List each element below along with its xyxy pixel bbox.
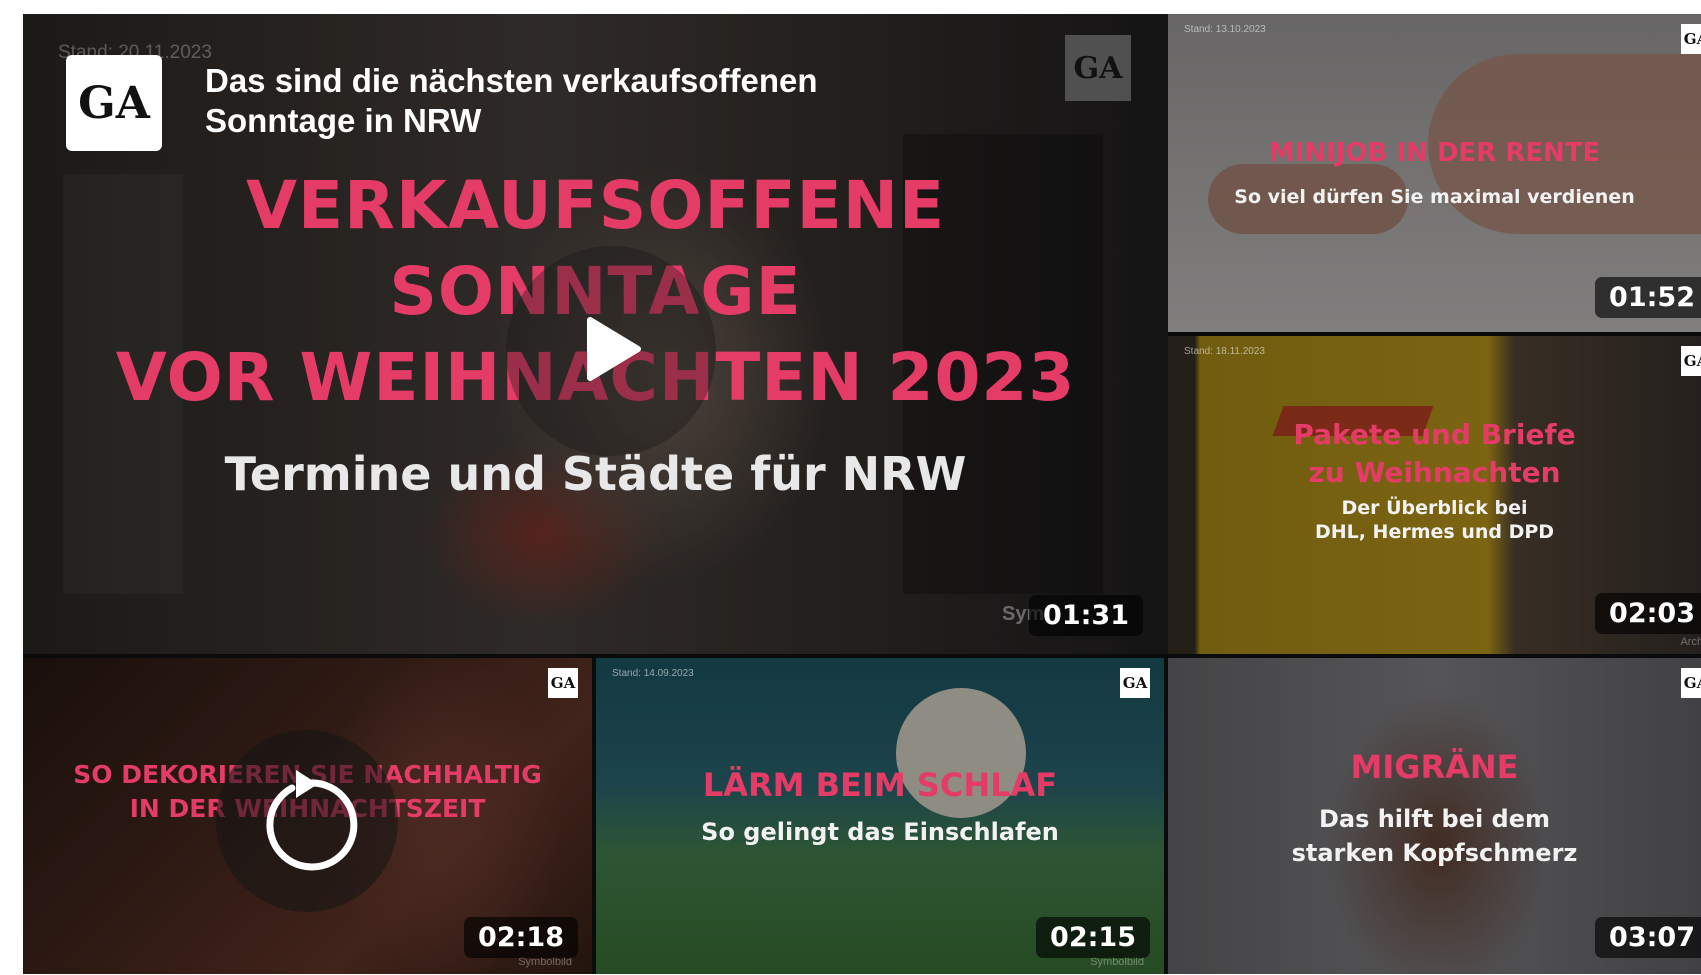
video-title-line1: Das sind die nächsten verkaufsoffenen — [205, 62, 818, 99]
video-subtitle-line1: Der Überblick bei — [1341, 497, 1528, 519]
video-title[interactable]: Das sind die nächsten verkaufsoffenen So… — [205, 61, 925, 141]
ga-logo-badge: GA — [1120, 668, 1150, 698]
channel-logo[interactable]: GA — [66, 55, 162, 151]
ga-logo-badge: GA — [1681, 346, 1701, 376]
video-tile-dekorieren[interactable]: GA SO DEKORIEREN SIE NACHHALTIG IN DER W… — [23, 658, 592, 974]
replay-button[interactable] — [216, 730, 398, 912]
video-player-grid: Stand: 20.11.2023 GA VERKAUFSOFFENE SONN… — [23, 14, 1701, 974]
video-tile-minijob[interactable]: Stand: 13.10.2023 GA MINIJOB IN DER RENT… — [1168, 14, 1701, 332]
video-subtitle: Der Überblick bei DHL, Hermes und DPD — [1168, 496, 1701, 544]
video-title-line1: Pakete und Briefe — [1293, 418, 1576, 451]
video-subtitle-line2: starken Kopfschmerz — [1291, 839, 1578, 867]
main-video-tile[interactable]: Stand: 20.11.2023 GA VERKAUFSOFFENE SONN… — [23, 14, 1168, 654]
video-date-stamp: Stand: 18.11.2023 — [1184, 346, 1265, 357]
video-date-stamp: Stand: 13.10.2023 — [1184, 24, 1266, 35]
video-tile-pakete[interactable]: Stand: 18.11.2023 GA Pakete und Briefe z… — [1168, 336, 1701, 654]
video-date-stamp: Stand: 14.09.2023 — [612, 668, 694, 679]
video-duration: 02:18 — [464, 917, 578, 958]
ga-logo-badge: GA — [1681, 668, 1701, 698]
symbol-note: Archiv — [1680, 636, 1701, 648]
video-title: LÄRM BEIM SCHLAF — [702, 766, 1058, 804]
video-tile-laerm[interactable]: Stand: 14.09.2023 GA LÄRM BEIM SCHLAF So… — [596, 658, 1164, 974]
video-subtitle-line1: Das hilft bei dem — [1318, 805, 1551, 833]
video-title-line2: Sonntage in NRW — [205, 102, 482, 139]
video-subtitle: So viel dürfen Sie maximal verdienen — [1234, 186, 1635, 208]
video-duration: 01:31 — [1029, 595, 1143, 636]
video-tile-migraene[interactable]: GA MIGRÄNE Das hilft bei dem starken Kop… — [1168, 658, 1701, 974]
video-title: MIGRÄNE — [1350, 748, 1519, 786]
video-subtitle-line2: DHL, Hermes und DPD — [1314, 521, 1555, 543]
video-duration: 02:15 — [1036, 917, 1150, 958]
video-duration: 01:52 — [1595, 277, 1701, 318]
video-duration: 03:07 — [1595, 917, 1701, 958]
play-icon — [576, 314, 646, 389]
replay-icon — [252, 764, 362, 879]
video-title: Pakete und Briefe zu Weihnachten — [1168, 416, 1701, 492]
video-duration: 02:03 — [1595, 593, 1701, 634]
video-subtitle: Das hilft bei dem starken Kopfschmerz — [1168, 802, 1701, 870]
ga-logo-badge: GA — [548, 668, 578, 698]
video-title-line2: zu Weihnachten — [1308, 456, 1561, 489]
video-header: GA Das sind die nächsten verkaufsoffenen… — [66, 55, 925, 151]
play-button[interactable] — [506, 246, 716, 456]
video-subtitle: So gelingt das Einschlafen — [701, 818, 1059, 846]
ga-logo-badge: GA — [1681, 24, 1701, 54]
video-title: MINIJOB IN DER RENTE — [1268, 138, 1601, 168]
ga-watermark-logo: GA — [1065, 35, 1131, 101]
overlay-title-line1: VERKAUFSOFFENE — [245, 167, 946, 244]
